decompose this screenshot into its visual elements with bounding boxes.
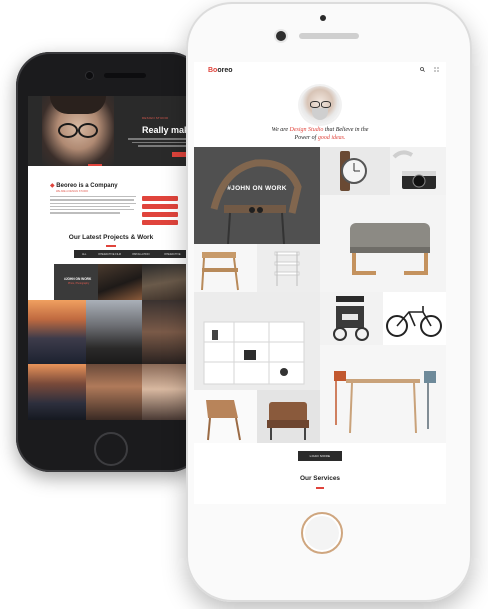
project-card-john-on-work[interactable]: #JOHN ON WORK Photo, Photography	[54, 264, 98, 300]
company-button-1[interactable]	[142, 196, 178, 201]
company-heading-text: Beoreo is a Company	[56, 183, 118, 189]
projects-heading: Our Latest Projects & Work	[68, 234, 154, 241]
hero-banner: DESIGN STUDIO Really mak	[28, 96, 194, 166]
site-logo[interactable]: Booreo	[208, 67, 233, 74]
filter-all[interactable]: ALL	[82, 253, 86, 256]
portfolio-featured-title: #JOHN ON WORK	[227, 185, 287, 192]
project-thumbnail-portrait[interactable]	[86, 300, 142, 364]
company-button-4[interactable]	[142, 220, 178, 225]
projects-filter-bar: ALL INTERACTIVE FILM INSTALLATION INTERA…	[74, 250, 194, 258]
intro-line-1: We are Design Studio that Believe in the	[271, 127, 369, 133]
project-thumbnail-food[interactable]	[98, 264, 142, 300]
project-card-subtitle: Photo, Photography	[68, 282, 90, 285]
portfolio-tile-leather-chair[interactable]	[257, 390, 320, 443]
logo-accent: Bo	[208, 67, 218, 74]
portfolio-tile-camera[interactable]	[390, 147, 446, 195]
black-phone: DESIGN STUDIO Really mak ◆ Beoreo is a C…	[16, 52, 204, 472]
portfolio-tile-shelves[interactable]	[194, 292, 320, 390]
earpiece-speaker	[104, 73, 146, 78]
hero-title: Really mak	[142, 125, 190, 135]
portfolio-tile-chair[interactable]	[194, 244, 257, 292]
company-paragraph	[50, 196, 138, 216]
intro-line-2: Power of good ideas.	[294, 135, 346, 141]
avatar	[300, 86, 340, 124]
company-subtitle: WE ARE A DESIGN STUDIO	[56, 190, 89, 193]
portfolio-tile-bicycle[interactable]	[383, 292, 446, 345]
hero-kicker: DESIGN STUDIO	[142, 116, 169, 120]
chevron-left-icon[interactable]	[249, 207, 255, 213]
chevron-right-icon[interactable]	[257, 207, 263, 213]
company-button-3[interactable]	[142, 212, 178, 217]
project-thumbnail-sunset[interactable]	[28, 364, 86, 420]
black-phone-screen: DESIGN STUDIO Really mak ◆ Beoreo is a C…	[28, 96, 194, 420]
white-phone-screen: Booreo We are Design Studio that Believe…	[194, 62, 446, 504]
filter-interactive[interactable]: INTERACTIVE	[164, 253, 181, 256]
hero-slider-indicator[interactable]	[88, 164, 102, 166]
project-thumbnail-outdoor[interactable]	[86, 364, 142, 420]
diamond-icon: ◆	[50, 183, 55, 189]
project-thumbnail-mountains[interactable]	[28, 300, 86, 364]
hero-paragraph	[124, 138, 194, 149]
portfolio-tile-stools[interactable]	[257, 244, 320, 292]
portfolio-tile-wood-chair[interactable]	[194, 390, 257, 443]
company-heading: ◆ Beoreo is a Company	[50, 182, 118, 189]
projects-heading-underline	[106, 245, 116, 247]
search-icon[interactable]	[420, 67, 425, 74]
home-button[interactable]	[94, 432, 128, 466]
earpiece-speaker	[299, 33, 359, 39]
portfolio-tile-cart[interactable]	[320, 292, 383, 345]
load-more-button[interactable]: LOAD MORE	[298, 451, 342, 461]
services-heading: Our Services	[299, 475, 341, 482]
portfolio-tile-watch[interactable]	[320, 147, 390, 195]
front-camera-icon	[86, 72, 93, 79]
hero-portrait-glasses	[58, 123, 98, 138]
company-button-2[interactable]	[142, 204, 178, 209]
proximity-sensor-icon	[320, 15, 326, 21]
filter-interactive-film[interactable]: INTERACTIVE FILM	[98, 253, 121, 256]
filter-installation[interactable]: INSTALLATION	[132, 253, 149, 256]
logo-text: oreo	[217, 67, 233, 74]
portfolio-tile-dining-set[interactable]	[320, 345, 446, 443]
white-phone: Booreo We are Design Studio that Believe…	[186, 2, 472, 602]
portfolio-featured-tile[interactable]: #JOHN ON WORK	[194, 147, 320, 244]
menu-icon[interactable]	[434, 67, 439, 74]
front-camera-icon	[276, 31, 286, 41]
project-card-title: #JOHN ON WORK	[64, 277, 92, 281]
portfolio-tile-ottoman[interactable]	[320, 195, 446, 292]
home-button[interactable]	[301, 512, 343, 554]
services-heading-underline	[316, 487, 324, 489]
